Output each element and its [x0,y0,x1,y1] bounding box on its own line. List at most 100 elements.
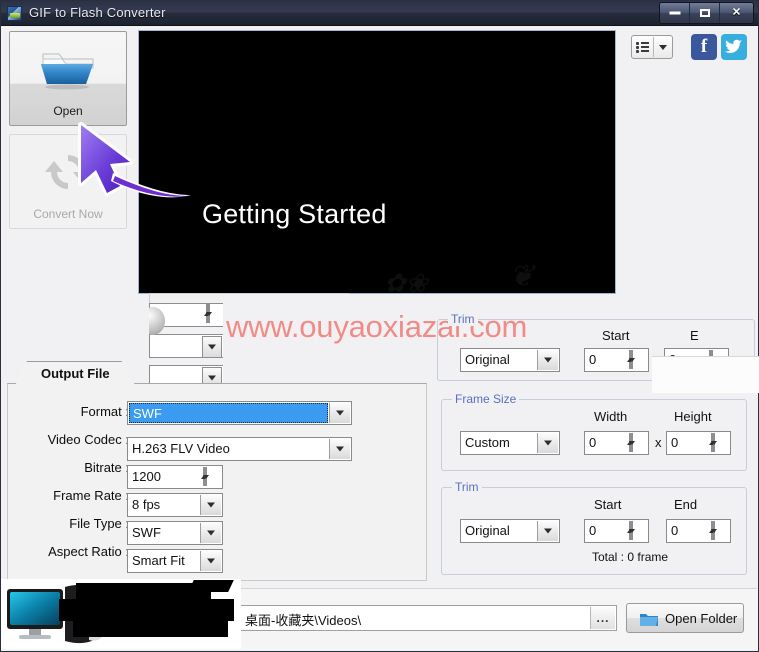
chevron-down-icon[interactable] [329,439,350,459]
open-button[interactable]: Open [9,31,127,126]
spin-down-icon[interactable] [629,433,635,452]
spin-down-icon[interactable] [629,350,635,369]
bitrate-spinner[interactable]: 1200 [127,465,223,489]
convert-now-button[interactable]: Convert Now [9,134,127,229]
app-icon [7,6,22,21]
trim-top-start-spinner[interactable]: 0 [584,348,649,372]
watermark-decor-2: ❦ [509,260,535,293]
spin-down-icon[interactable] [206,304,212,323]
spinner-buttons[interactable] [627,521,646,541]
frame-size-width-header: Width [594,409,628,424]
obscured-combo-1[interactable] [149,334,224,358]
spinner-buttons[interactable] [201,467,220,487]
frame-width-value: 0 [589,435,597,450]
minimize-button[interactable] [660,3,690,23]
frame-width-spinner[interactable]: 0 [584,431,649,455]
close-button[interactable]: ✕ [720,3,753,23]
browse-button[interactable]: ... [590,607,615,629]
field-frame-rate: Frame Rate : [1,485,129,510]
group-trim-top-title: Trim [448,312,478,326]
group-frame-size: Frame Size Width Height Custom 0 x 0 [441,392,747,471]
chevron-down-icon[interactable] [537,433,558,453]
trim-top-end-header: E [690,328,699,343]
dimension-separator: x [655,435,662,450]
file-type-label: File Type : [69,516,129,531]
format-combo[interactable]: SWF [127,401,352,425]
frame-size-mode-combo[interactable]: Custom [460,431,560,455]
frame-size-mode-value: Custom [465,435,510,450]
group-trim-bottom-title: Trim [452,480,482,494]
bitrate-label: Bitrate : [84,460,129,475]
output-path-value: 桌面-收藏夹\Videos\ [245,613,362,628]
video-codec-value: H.263 FLV Video [132,441,230,456]
tab-output-file[interactable]: Output File [15,361,136,386]
spinner-buttons[interactable] [627,433,646,453]
video-preview[interactable]: Getting Started ✿❀ ❦ [138,30,616,298]
convert-refresh-icon [40,149,96,195]
chevron-down-icon[interactable] [200,551,221,571]
frame-rate-value: 8 fps [132,497,161,512]
frame-size-height-header: Height [674,409,712,424]
trim-end-spinner[interactable]: 0 [666,519,731,543]
application-window: GIF to Flash Converter ✕ Open Convert No… [0,0,759,652]
overlay-patch-left [129,294,149,389]
preview-message: Getting Started [202,199,387,229]
aspect-ratio-label: Aspect Ratio : [48,544,129,559]
view-mode-button[interactable] [631,35,673,59]
list-view-icon [636,41,649,53]
video-codec-combo[interactable]: H.263 FLV Video [127,437,352,461]
twitter-icon[interactable] [721,34,747,60]
spinner-buttons[interactable] [204,304,222,327]
frame-height-spinner[interactable]: 0 [666,431,731,455]
chevron-down-icon[interactable] [537,350,558,370]
spin-down-icon[interactable] [711,433,717,452]
chevron-down-icon[interactable] [202,336,222,358]
trim-mode-value: Original [465,523,510,538]
trim-end-value: 0 [671,523,679,538]
field-bitrate: Bitrate : [1,457,129,482]
redaction-block-3 [73,619,228,637]
chevron-down-icon[interactable] [200,495,221,515]
trim-top-start-value: 0 [589,352,597,367]
spin-down-icon[interactable] [711,521,717,540]
aspect-ratio-value: Smart Fit [132,553,185,568]
open-folder-label: Open Folder [665,611,738,626]
overlay-patch-right [652,356,759,393]
format-label: Format : [80,404,129,419]
maximize-button[interactable] [690,3,720,23]
trim-start-spinner[interactable]: 0 [584,519,649,543]
spinner-buttons[interactable] [627,350,646,370]
title-bar: GIF to Flash Converter ✕ [1,1,758,26]
file-type-combo[interactable]: SWF [127,521,223,545]
frame-height-value: 0 [671,435,679,450]
trim-start-value: 0 [589,523,597,538]
chevron-down-icon[interactable] [537,521,558,541]
trim-end-header: End [674,497,698,512]
bitrate-value: 1200 [132,469,161,484]
settings-right-panel: Trim Start E Original 0 0 [437,297,755,581]
chevron-down-icon[interactable] [659,44,667,50]
pasted-computer-graphic [1,579,241,649]
redaction-block-4 [188,580,234,592]
spin-down-icon[interactable] [629,521,635,540]
spinner-buttons[interactable] [709,521,728,541]
chevron-down-icon[interactable] [200,523,221,543]
file-type-value: SWF [132,525,161,540]
convert-now-label: Convert Now [33,207,103,221]
frame-rate-combo[interactable]: 8 fps [127,493,223,517]
trim-top-start-header: Start [602,328,630,343]
field-file-type: File Type : [1,513,129,538]
spin-down-icon[interactable] [203,467,209,486]
trim-top-mode-value: Original [465,352,510,367]
chevron-down-icon[interactable] [329,403,350,423]
left-action-column: Open Convert Now [9,31,129,237]
open-folder-button[interactable]: Open Folder [626,603,744,633]
facebook-icon[interactable]: f [691,34,717,60]
aspect-ratio-combo[interactable]: Smart Fit [127,549,223,573]
trim-mode-combo[interactable]: Original [460,519,560,543]
group-trim-bottom: Trim Start End Original 0 0 Total: 0 fr… [441,480,747,575]
field-format: Format : [1,401,129,426]
trim-top-mode-combo[interactable]: Original [460,348,560,372]
output-path-field[interactable]: 桌面-收藏夹\Videos\ ... [239,605,617,631]
spinner-buttons[interactable] [709,433,728,453]
